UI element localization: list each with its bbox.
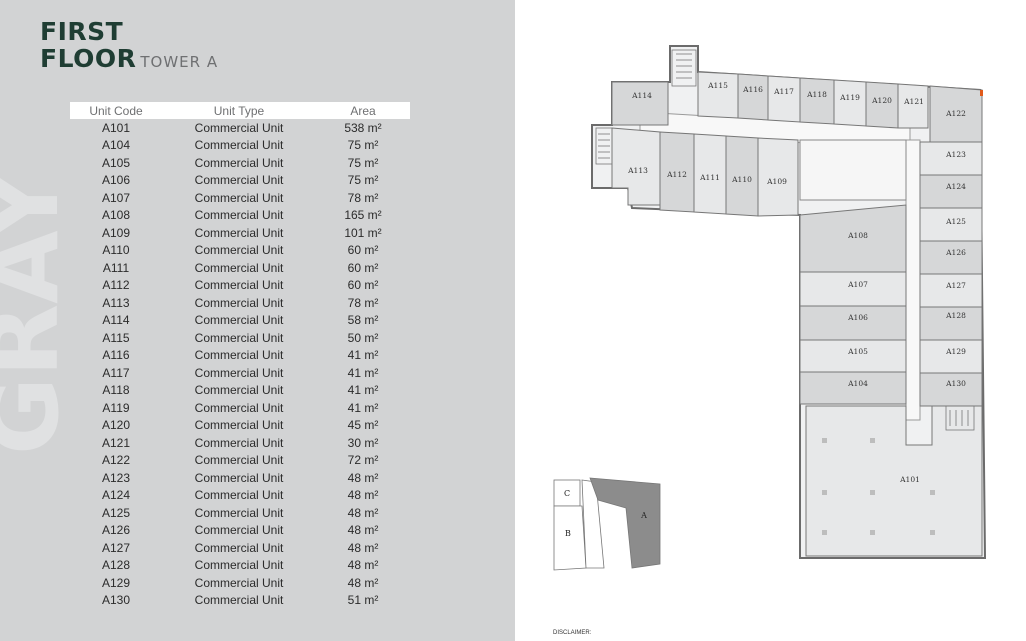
plan-label: A105 (847, 347, 868, 356)
plan-label: A120 (871, 96, 892, 105)
plan-label: A129 (945, 347, 966, 356)
plan-label: A101 (899, 475, 920, 484)
unit-a118 (799, 77, 835, 125)
plan-label: A107 (847, 280, 868, 289)
unit-a124 (919, 174, 983, 209)
plan-label: A119 (839, 93, 860, 102)
unit-a104 (799, 371, 907, 405)
core-services (799, 139, 907, 201)
plan-label: A124 (945, 182, 966, 191)
plan-label: A110 (731, 175, 752, 184)
plan-label: A106 (847, 313, 868, 322)
unit-a116 (737, 73, 769, 121)
plan-label: A115 (707, 81, 728, 90)
plan-label: A116 (742, 85, 763, 94)
key-label-c: C (564, 489, 570, 498)
plan-label: A104 (847, 379, 868, 388)
orange-corner-marker (980, 90, 983, 96)
plan-label: A109 (766, 177, 787, 186)
unit-a121 (897, 83, 929, 129)
plan-label: A113 (627, 166, 648, 175)
plan-label: A112 (666, 170, 687, 179)
plan-label: A122 (945, 109, 966, 118)
floor-plan: A114 A115 A116 A117 A118 A119 A120 A121 … (553, 45, 987, 571)
key-label-b: B (565, 529, 571, 538)
plan-label: A117 (773, 87, 794, 96)
plan-label: A114 (631, 91, 652, 100)
unit-a117 (767, 75, 801, 123)
unit-a126 (919, 240, 983, 275)
plan-label: A108 (847, 231, 868, 240)
unit-a106 (799, 305, 907, 341)
corridor-vertical (905, 139, 921, 421)
key-block-b (553, 505, 587, 571)
plan-label: A127 (945, 281, 966, 290)
disclaimer-text: DISCLAIMER: (553, 630, 592, 636)
unit-a115 (697, 71, 739, 119)
unit-a127 (919, 273, 983, 308)
unit-a120 (865, 81, 899, 129)
unit-a114 (611, 81, 669, 126)
unit-a130 (919, 372, 983, 407)
unit-a107 (799, 271, 907, 307)
unit-a105 (799, 339, 907, 373)
unit-a119 (833, 79, 867, 127)
plan-label: A111 (699, 173, 720, 182)
plan-label: A118 (806, 90, 827, 99)
key-label-a: A (640, 511, 647, 520)
plan-label: A123 (945, 150, 966, 159)
plan-label: A128 (945, 311, 966, 320)
plan-label: A126 (945, 248, 966, 257)
unit-a129 (919, 339, 983, 374)
plan-label: A130 (945, 379, 966, 388)
unit-a101 (805, 405, 983, 557)
plan-label: A125 (945, 217, 966, 226)
plan-label: A121 (903, 97, 924, 106)
